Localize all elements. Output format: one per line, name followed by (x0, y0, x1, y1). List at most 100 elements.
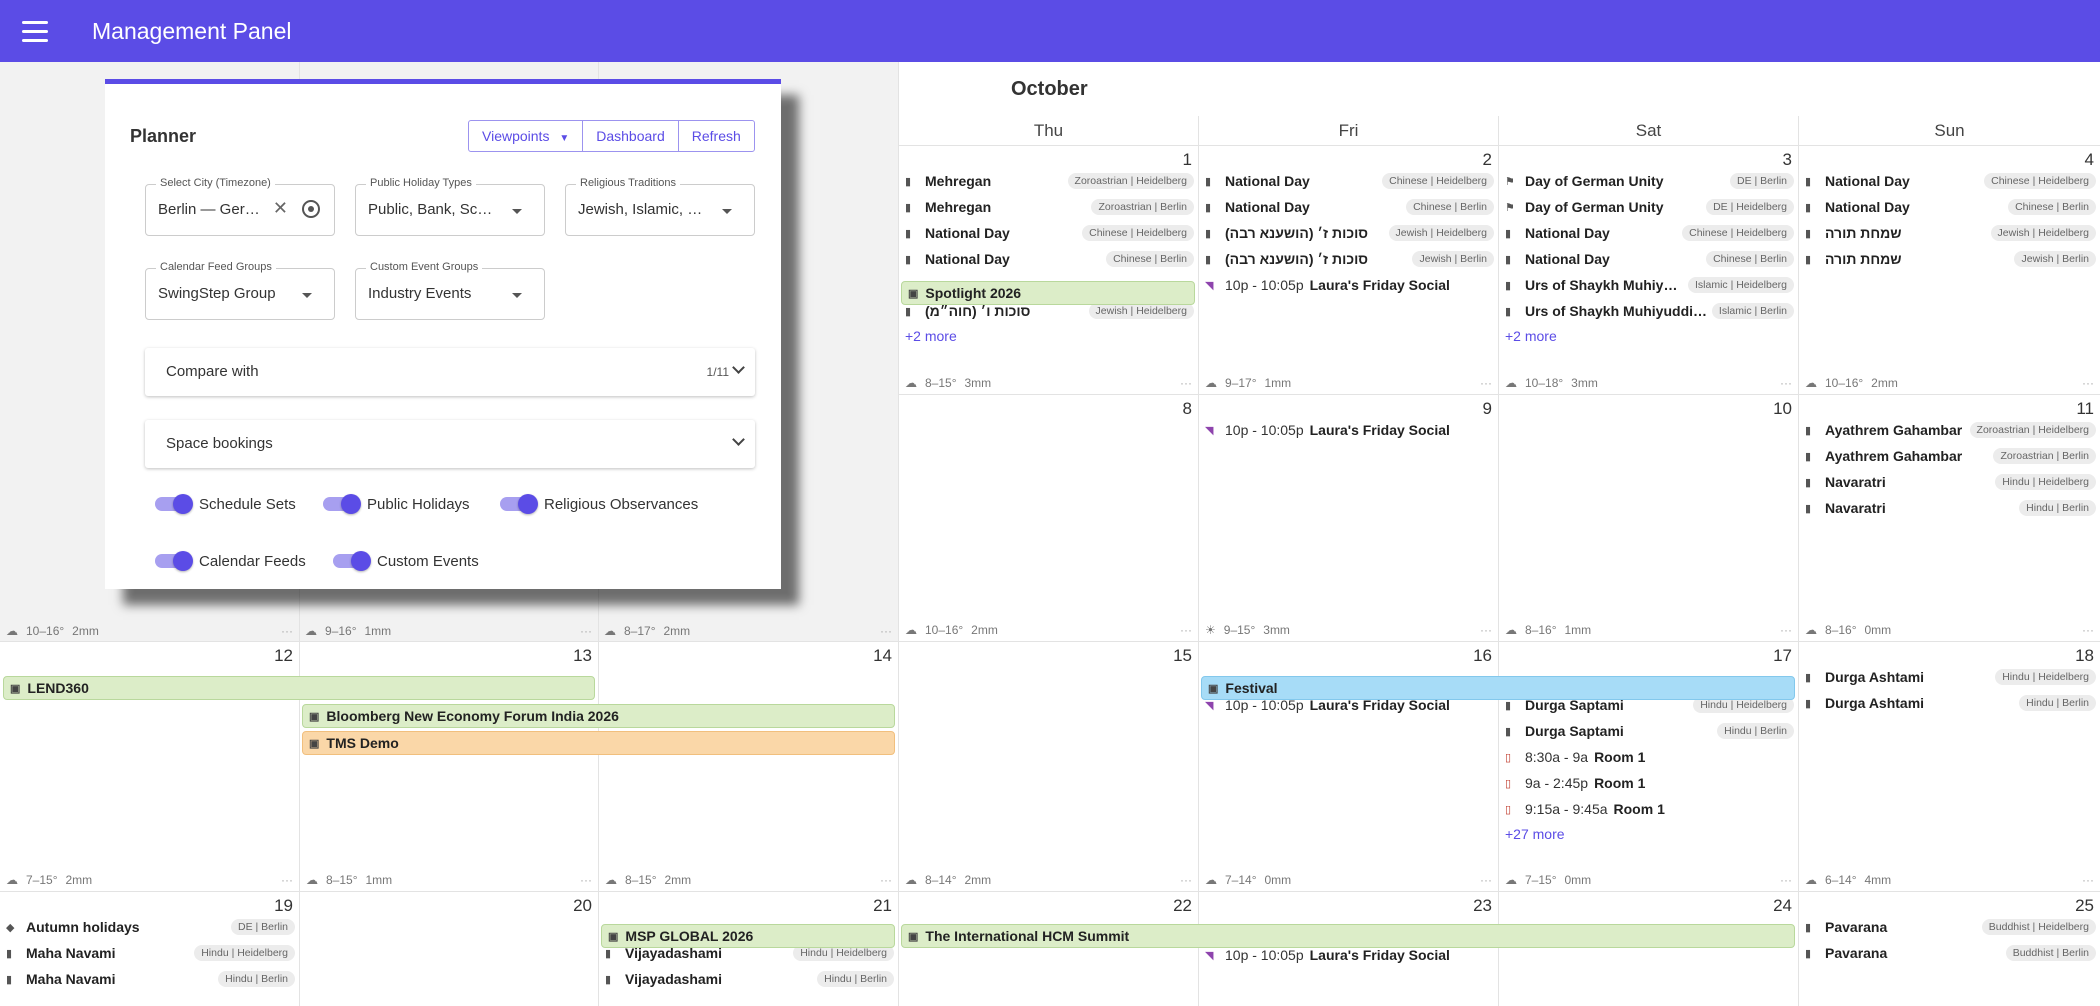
event[interactable]: ▮ Pavarana Buddhist | Berlin (1805, 942, 2096, 964)
day-cell-oct-9[interactable]: 9 ◥ 10p - 10:05p Laura's Friday Social ☀ 9–… (1198, 395, 1498, 642)
event[interactable]: ▮ Mehregan Zoroastrian | Heidelberg (905, 170, 1194, 192)
event[interactable]: ▮ National Day Chinese | Berlin (905, 248, 1194, 270)
switch[interactable] (333, 551, 371, 571)
event-bar[interactable]: ▣ Festival (1201, 676, 1795, 700)
space-bookings-accordion[interactable]: Space bookings (145, 420, 755, 468)
more-icon[interactable]: ··· (1180, 376, 1192, 390)
locate-icon[interactable] (302, 200, 320, 218)
day-cell-oct-25[interactable]: 25 ▮ Pavarana Buddhist | Heidelberg ▮ Pavar… (1798, 892, 2100, 1006)
switch[interactable] (155, 494, 193, 514)
holiday-types-select[interactable]: Public Holiday Types Public, Bank, Schoo… (355, 177, 545, 236)
switch[interactable] (155, 551, 193, 571)
more-icon[interactable]: ··· (2082, 873, 2094, 887)
more-icon[interactable]: ··· (880, 624, 892, 638)
switch[interactable] (323, 494, 361, 514)
day-cell-oct-21[interactable]: 21 ▮ Vijayadashami Hindu | Heidelberg ▮ Vij… (598, 892, 898, 1006)
event[interactable]: ▮ Ayathrem Gahambar Zoroastrian | Heidelbe… (1805, 419, 2096, 441)
day-cell-oct-2[interactable]: 2 ▮ National Day Chinese | Heidelberg ▮ Nat… (1198, 146, 1498, 395)
more-link[interactable]: +27 more (1505, 826, 1565, 842)
day-cell-oct-22[interactable]: 22 (898, 892, 1198, 1006)
switch[interactable] (500, 494, 538, 514)
event-bar[interactable]: ▣ TMS Demo (302, 731, 895, 755)
public-holidays-toggle[interactable]: Public Holidays (323, 492, 470, 516)
booking-event[interactable]: ▯ 9:15a - 9:45a Room 1 (1505, 798, 1794, 820)
more-icon[interactable]: ··· (281, 624, 293, 638)
day-cell-oct-4[interactable]: 4 ▮ National Day Chinese | Heidelberg ▮ Nat… (1798, 146, 2100, 395)
event[interactable]: ▮ שמחת תורה Jewish | Berlin (1805, 248, 2096, 270)
event-bar[interactable]: ▣ MSP GLOBAL 2026 (601, 924, 895, 948)
more-icon[interactable]: ··· (1780, 376, 1792, 390)
event-bar[interactable]: ▣ LEND360 (3, 676, 595, 700)
more-icon[interactable]: ··· (1480, 623, 1492, 637)
calendar-feeds-toggle[interactable]: Calendar Feeds (155, 549, 306, 573)
compare-with-accordion[interactable]: Compare with 1/11 (145, 348, 755, 396)
schedule-sets-toggle[interactable]: Schedule Sets (155, 492, 296, 516)
day-cell-oct-19[interactable]: 19 ◆ Autumn holidays DE | Berlin ▮ Maha Nav… (0, 892, 299, 1006)
religious-traditions-select[interactable]: Religious Traditions Jewish, Islamic, Hi… (565, 177, 755, 236)
more-link[interactable]: +2 more (905, 328, 957, 344)
dashboard-button[interactable]: Dashboard (583, 121, 679, 151)
event[interactable]: ▮Urs of Shaykh Muhiyuddin Ibn ArabiIslam… (1505, 274, 1794, 296)
event[interactable]: ▮ National Day Chinese | Berlin (1505, 248, 1794, 270)
more-icon[interactable]: ··· (1780, 623, 1792, 637)
event[interactable]: ▮ Vijayadashami Hindu | Berlin (605, 968, 894, 990)
more-icon[interactable]: ··· (1780, 873, 1792, 887)
event[interactable]: ▮ Navaratri Hindu | Heidelberg (1805, 471, 2096, 493)
event-bar[interactable]: ▣ Bloomberg New Economy Forum India 2026 (302, 704, 895, 728)
custom-events-toggle[interactable]: Custom Events (333, 549, 479, 573)
day-cell-oct-10[interactable]: 10 ☁ 8–16° 1mm ··· (1498, 395, 1798, 642)
day-cell-oct-20[interactable]: 20 (299, 892, 598, 1006)
more-icon[interactable]: ··· (1180, 873, 1192, 887)
more-icon[interactable]: ··· (281, 873, 293, 887)
more-link[interactable]: +2 more (1505, 328, 1557, 344)
event[interactable]: ◥ 10p - 10:05p Laura's Friday Social (1205, 419, 1494, 441)
city-select[interactable]: Select City (Timezone) Berlin — Germany … (145, 177, 335, 236)
day-cell-oct-15[interactable]: 15 ☁ 8–14° 2mm ··· (898, 642, 1198, 892)
booking-event[interactable]: ▯ 9a - 2:45p Room 1 (1505, 772, 1794, 794)
more-icon[interactable]: ··· (580, 873, 592, 887)
event[interactable]: ▮ National Day Chinese | Heidelberg (905, 222, 1194, 244)
day-cell-oct-24[interactable]: 24 (1498, 892, 1798, 1006)
more-icon[interactable]: ··· (2082, 623, 2094, 637)
event[interactable]: ▮ Navaratri Hindu | Berlin (1805, 497, 2096, 519)
refresh-button[interactable]: Refresh (679, 121, 754, 151)
event[interactable]: ▮ שמחת תורה Jewish | Heidelberg (1805, 222, 2096, 244)
event[interactable]: ▮ Durga Saptami Hindu | Berlin (1505, 720, 1794, 742)
calendar-feed-groups-select[interactable]: Calendar Feed Groups SwingStep Group (145, 261, 335, 320)
event[interactable]: ▮ Durga Ashtami Hindu | Heidelberg (1805, 666, 2096, 688)
custom-event-groups-select[interactable]: Custom Event Groups Industry Events (355, 261, 545, 320)
event[interactable]: ◆ Autumn holidays DE | Berlin (6, 916, 295, 938)
more-icon[interactable]: ··· (2082, 376, 2094, 390)
event[interactable]: ▮ Maha Navami Hindu | Berlin (6, 968, 295, 990)
event[interactable]: ◥ 10p - 10:05p Laura's Friday Social (1205, 274, 1494, 296)
event[interactable]: ▮ Durga Ashtami Hindu | Berlin (1805, 692, 2096, 714)
clear-icon[interactable]: ✕ (273, 198, 288, 219)
religious-observances-toggle[interactable]: Religious Observances (500, 492, 698, 516)
more-icon[interactable]: ··· (580, 624, 592, 638)
event-bar[interactable]: ▣ The International HCM Summit (901, 924, 1795, 948)
event[interactable]: ▮ National Day Chinese | Heidelberg (1505, 222, 1794, 244)
event[interactable]: ▮ National Day Chinese | Heidelberg (1805, 170, 2096, 192)
more-icon[interactable]: ··· (1480, 873, 1492, 887)
day-cell-oct-8[interactable]: 8 ☁ 10–16° 2mm ··· (898, 395, 1198, 642)
more-icon[interactable]: ··· (1180, 623, 1192, 637)
day-cell-oct-1[interactable]: 1 ▮ Mehregan Zoroastrian | Heidelberg ▮ Meh… (898, 146, 1198, 395)
event[interactable]: ▮ Maha Navami Hindu | Heidelberg (6, 942, 295, 964)
viewpoints-button[interactable]: Viewpoints ▼ (469, 121, 584, 151)
event[interactable]: ▮ Pavarana Buddhist | Heidelberg (1805, 916, 2096, 938)
event[interactable]: ▮ Mehregan Zoroastrian | Berlin (905, 196, 1194, 218)
event[interactable]: ▮ National Day Chinese | Heidelberg (1205, 170, 1494, 192)
event[interactable]: ⚑ Day of German Unity DE | Berlin (1505, 170, 1794, 192)
event[interactable]: ⚑ Day of German Unity DE | Heidelberg (1505, 196, 1794, 218)
day-cell-oct-23[interactable]: 23 ◥ 10p - 10:05p Laura's Friday Social (1198, 892, 1498, 1006)
event[interactable]: ▮Urs of Shaykh Muhiyuddin Ibn ArabiIslam… (1505, 300, 1794, 322)
event[interactable]: ▮ סוכות ז׳ (הושענא רבה) Jewish | Berlin (1205, 248, 1494, 270)
day-cell-oct-14[interactable]: 14 ☁ 8–15° 2mm ··· (598, 642, 898, 892)
day-cell-oct-11[interactable]: 11 ▮ Ayathrem Gahambar Zoroastrian | Heide… (1798, 395, 2100, 642)
event[interactable]: ▮ National Day Chinese | Berlin (1205, 196, 1494, 218)
menu-icon[interactable] (22, 11, 62, 51)
event[interactable]: ▮ National Day Chinese | Berlin (1805, 196, 2096, 218)
day-cell-oct-3[interactable]: 3 ⚑ Day of German Unity DE | Berlin ⚑ Day o… (1498, 146, 1798, 395)
more-icon[interactable]: ··· (880, 873, 892, 887)
booking-event[interactable]: ▯ 8:30a - 9a Room 1 (1505, 746, 1794, 768)
